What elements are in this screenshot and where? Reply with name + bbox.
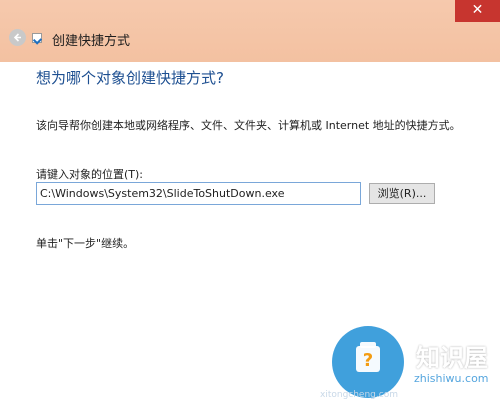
- location-input[interactable]: [36, 182, 361, 205]
- close-icon: ✕: [471, 2, 484, 18]
- close-button[interactable]: ✕: [455, 0, 500, 22]
- next-hint-text: 单击"下一步"继续。: [36, 237, 135, 250]
- watermark-domain: zhishiwu.com: [414, 372, 489, 385]
- watermark-brand: 知识屋: [416, 344, 488, 372]
- watermark-house-icon: ?: [356, 342, 380, 372]
- back-button[interactable]: [9, 29, 26, 46]
- window-title: 创建快捷方式: [52, 34, 131, 49]
- title-bar: ✕ 创建快捷方式: [0, 0, 500, 62]
- svg-text:?: ?: [363, 350, 373, 371]
- watermark-faint-text: xitongcheng.com: [320, 390, 398, 400]
- back-arrow-icon: [13, 33, 21, 42]
- browse-button[interactable]: 浏览(R)...: [369, 183, 435, 204]
- page-heading: 想为哪个对象创建快捷方式?: [36, 69, 224, 87]
- create-shortcut-window: ✕ 创建快捷方式 想为哪个对象创建快捷方式? 该向导帮你创建本地或网络程序、文件…: [0, 0, 500, 400]
- shortcut-icon: [32, 33, 42, 43]
- description-text: 该向导帮你创建本地或网络程序、文件、文件夹、计算机或 Internet 地址的快…: [36, 119, 461, 132]
- location-label: 请键入对象的位置(T):: [36, 168, 144, 181]
- watermark: ? 知识屋 zhishiwu.com: [322, 310, 500, 400]
